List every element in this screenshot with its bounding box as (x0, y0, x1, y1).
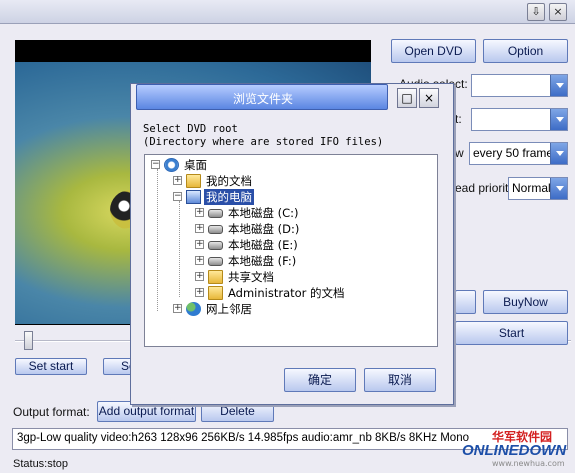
dialog-title: 浏览文件夹 (232, 92, 293, 106)
preview-interval-value: every 50 frames (473, 146, 560, 160)
tree-node-label: 本地磁盘 (E:) (228, 238, 298, 252)
close-icon: × (423, 91, 435, 105)
subtitle-select-combo[interactable] (471, 108, 568, 131)
tree-node-label: 我的电脑 (204, 189, 254, 205)
start-button[interactable]: Start (455, 321, 568, 345)
watermark-en: ONLINEDOWN (462, 442, 567, 459)
tree-node-label: 本地磁盘 (F:) (228, 254, 297, 268)
audio-select-combo[interactable] (471, 74, 568, 97)
collapse-icon[interactable]: − (151, 160, 160, 169)
expand-icon[interactable]: + (195, 288, 204, 297)
help-icon: □ (401, 91, 413, 105)
thread-priority-label: ead priority (455, 181, 515, 195)
expand-icon[interactable]: + (195, 208, 204, 217)
status-text: Status:stop (13, 458, 69, 470)
ok-button[interactable]: 确定 (284, 368, 356, 392)
expand-icon[interactable]: + (173, 304, 182, 313)
watermark-url: www.newhua.com (492, 459, 565, 468)
preview-interval-combo[interactable]: every 50 frames (469, 142, 568, 165)
folder-icon (208, 270, 223, 284)
drive-icon (208, 225, 223, 234)
buy-now-button[interactable]: BuyNow (483, 290, 568, 314)
dialog-description: Select DVD root (Directory where are sto… (143, 123, 384, 148)
expand-icon[interactable]: + (195, 256, 204, 265)
tree-node-label: 共享文档 (228, 270, 274, 284)
cancel-button[interactable]: 取消 (364, 368, 436, 392)
set-end-button[interactable]: Se (103, 358, 136, 375)
minimize-icon: ⇩ (531, 5, 541, 18)
tree-node-label: 网上邻居 (206, 302, 252, 316)
drive-icon (208, 241, 223, 250)
title-bar: ⇩ × (0, 0, 575, 24)
network-icon (186, 302, 201, 316)
thread-priority-value: Normal (512, 181, 551, 195)
drive-icon (208, 209, 223, 218)
folder-icon (186, 174, 201, 188)
folder-icon (208, 286, 223, 300)
expand-icon[interactable]: + (173, 176, 182, 185)
drive-icon (208, 257, 223, 266)
close-button[interactable]: × (549, 3, 567, 21)
option-button[interactable]: Option (483, 39, 568, 63)
desktop-icon (164, 158, 179, 172)
chevron-down-icon (550, 75, 567, 96)
tree-node-label: 本地磁盘 (C:) (228, 206, 299, 220)
minimize-button[interactable]: ⇩ (527, 3, 545, 21)
close-icon: × (553, 5, 563, 18)
dialog-close-button[interactable]: × (419, 88, 439, 108)
site-watermark-logo: 华军软件园 ONLINEDOWN www.newhua.com (462, 428, 572, 468)
chevron-down-icon (550, 143, 567, 164)
preview-interval-label: w (455, 146, 464, 160)
open-dvd-button[interactable]: Open DVD (391, 39, 476, 63)
expand-icon[interactable]: + (195, 272, 204, 281)
computer-icon (186, 190, 201, 204)
collapse-icon[interactable]: − (173, 192, 182, 201)
thread-priority-combo[interactable]: Normal (508, 177, 568, 200)
tree-node-label: 桌面 (184, 158, 207, 172)
seek-thumb[interactable] (24, 331, 33, 350)
tree-node-label: 我的文档 (206, 174, 252, 188)
chevron-down-icon (550, 178, 567, 199)
chevron-down-icon (550, 109, 567, 130)
dialog-help-button[interactable]: □ (397, 88, 417, 108)
expand-icon[interactable]: + (195, 224, 204, 233)
tree-node-label: Administrator 的文档 (228, 286, 345, 300)
output-format-label: Output format: (13, 405, 90, 419)
dialog-title-bar: 浏览文件夹 (136, 84, 388, 110)
expand-icon[interactable]: + (195, 240, 204, 249)
subtitle-label: t: (455, 112, 462, 126)
tree-node-label: 本地磁盘 (D:) (228, 222, 300, 236)
browse-folder-dialog: 浏览文件夹 □ × Select DVD root (Directory whe… (130, 83, 454, 405)
folder-tree[interactable]: − 桌面 + 我的文档 − 我的电脑 + 本地磁盘 (C:) + 本地磁盘 (D… (144, 154, 438, 347)
output-format-value: 3gp-Low quality video:h263 128x96 256KB/… (17, 432, 469, 444)
set-start-button[interactable]: Set start (15, 358, 87, 375)
hidden-button-partial[interactable] (455, 290, 476, 314)
